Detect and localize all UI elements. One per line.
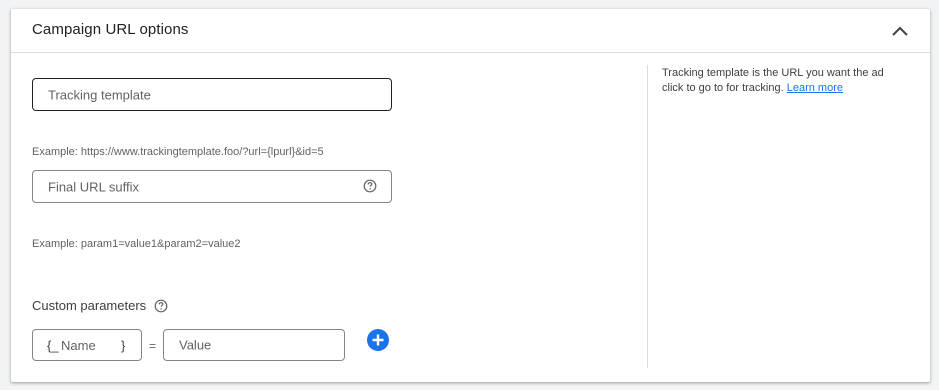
learn-more-link[interactable]: Learn more xyxy=(787,82,843,94)
add-parameter-button[interactable] xyxy=(367,329,389,351)
custom-parameter-value-input[interactable]: Value xyxy=(163,329,345,361)
final-url-suffix-placeholder: Final URL suffix xyxy=(48,179,140,194)
value-placeholder: Value xyxy=(179,337,212,353)
custom-parameters-label: Custom parameters xyxy=(32,298,147,313)
url-options-form: Tracking template Example: https://www.t… xyxy=(11,53,647,382)
help-circle-icon[interactable] xyxy=(154,299,168,313)
vertical-divider xyxy=(647,65,648,368)
equals-sign: = xyxy=(149,339,157,353)
tracking-template-example: Example: https://www.trackingtemplate.fo… xyxy=(32,146,324,158)
chevron-up-icon xyxy=(892,26,908,36)
final-url-suffix-input[interactable]: Final URL suffix xyxy=(32,170,392,203)
campaign-url-options-card: Campaign URL options Tracking template E… xyxy=(11,9,930,382)
name-open-brace: {_ xyxy=(47,338,59,353)
card-header[interactable]: Campaign URL options xyxy=(11,9,930,53)
card-title: Campaign URL options xyxy=(32,21,189,38)
tracking-template-input[interactable]: Tracking template xyxy=(32,78,392,111)
help-circle-icon[interactable] xyxy=(363,179,377,193)
side-help-text: Tracking template is the URL you want th… xyxy=(662,67,884,94)
side-help-panel: Tracking template is the URL you want th… xyxy=(662,66,902,96)
tracking-template-placeholder: Tracking template xyxy=(48,87,151,102)
add-circle-icon xyxy=(372,334,384,346)
name-close-brace: } xyxy=(121,338,126,353)
name-placeholder: Name xyxy=(61,338,96,353)
collapse-button[interactable] xyxy=(883,18,917,44)
custom-parameter-name-input[interactable]: {_ Name } xyxy=(32,329,142,361)
final-url-suffix-example: Example: param1=value1&param2=value2 xyxy=(32,238,241,250)
